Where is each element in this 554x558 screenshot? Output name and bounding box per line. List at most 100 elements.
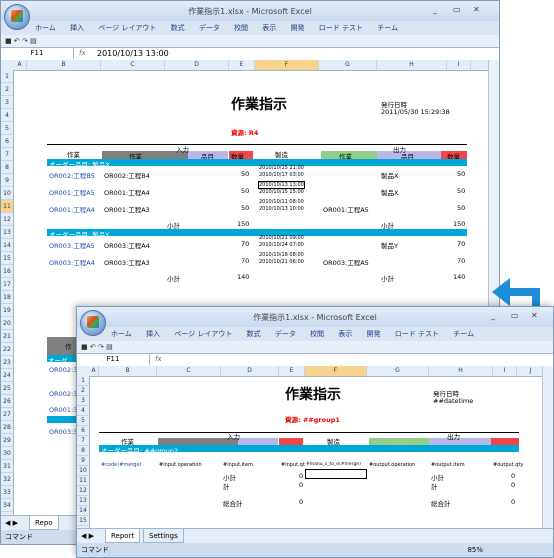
col-header[interactable]: D bbox=[221, 366, 279, 376]
redo-icon[interactable]: ↷ bbox=[22, 37, 28, 45]
out-item-cell[interactable]: 製品X bbox=[381, 187, 398, 197]
row-header[interactable]: 32 bbox=[1, 473, 13, 486]
row-header[interactable]: 29 bbox=[1, 434, 13, 447]
col-header[interactable]: H bbox=[377, 60, 447, 70]
col-header[interactable]: F bbox=[255, 60, 319, 70]
out-op-cell[interactable]: OR003:工程A5 bbox=[323, 257, 369, 267]
row-header[interactable]: 34 bbox=[1, 499, 13, 512]
out-qty-cell[interactable]: 50 bbox=[457, 187, 465, 195]
row-header[interactable]: 11 bbox=[1, 200, 13, 213]
active-cell[interactable] bbox=[305, 469, 367, 479]
row-header[interactable]: 22 bbox=[1, 343, 13, 356]
op-cell[interactable]: OR003:工程A5 bbox=[49, 240, 95, 250]
row-header[interactable]: 13 bbox=[77, 496, 89, 506]
col-header[interactable]: I bbox=[493, 366, 517, 376]
time-start[interactable]: 2010/10/15 21:00 bbox=[259, 165, 304, 171]
row-header[interactable]: 14 bbox=[1, 239, 13, 252]
row-header[interactable]: 23 bbox=[1, 356, 13, 369]
fx-icon[interactable]: fx bbox=[155, 354, 169, 365]
ribbon-tab[interactable]: 開発 bbox=[367, 327, 381, 341]
sheet-tab-report[interactable]: Report bbox=[105, 529, 141, 543]
out-op-cell[interactable]: OR001:工程A5 bbox=[323, 204, 369, 214]
row-header[interactable]: 28 bbox=[1, 421, 13, 434]
ribbon-tab[interactable]: ページ レイアウト bbox=[174, 327, 232, 341]
template-manu[interactable]: #manu_s_to_e(#merge) bbox=[306, 462, 366, 467]
row-header[interactable]: 20 bbox=[1, 317, 13, 330]
in-op-cell[interactable]: OR003:工程A3 bbox=[104, 257, 150, 267]
ribbon-tab[interactable]: 数式 bbox=[247, 327, 261, 341]
vertical-scrollbar[interactable] bbox=[542, 366, 553, 529]
col-header[interactable]: I bbox=[447, 60, 471, 70]
template-output-item[interactable]: #output.item bbox=[431, 462, 465, 468]
ribbon-tab[interactable]: 開発 bbox=[291, 21, 305, 35]
op-cell[interactable]: OR002:工程B5 bbox=[49, 170, 95, 180]
out-item-cell[interactable]: 製品X bbox=[381, 170, 398, 180]
maximize-icon[interactable]: ▭ bbox=[453, 5, 461, 14]
row-header[interactable]: 15 bbox=[77, 516, 89, 526]
out-qty-cell[interactable]: 70 bbox=[457, 257, 465, 265]
time-end[interactable]: 2010/10/21 06:00 bbox=[259, 259, 304, 265]
ribbon-tab[interactable]: 表示 bbox=[338, 327, 352, 341]
save-icon[interactable]: ■ bbox=[81, 343, 88, 351]
row-header[interactable]: 13 bbox=[1, 226, 13, 239]
row-header[interactable]: 19 bbox=[1, 304, 13, 317]
formula-input[interactable]: 2010/10/13 13:00 bbox=[97, 48, 169, 59]
col-header[interactable]: F bbox=[305, 366, 367, 376]
row-header[interactable]: 6 bbox=[1, 135, 13, 148]
row-header[interactable]: 7 bbox=[1, 148, 13, 161]
sheet-tab[interactable]: Repo bbox=[29, 516, 59, 530]
row-header[interactable]: 30 bbox=[1, 447, 13, 460]
col-header[interactable]: E bbox=[279, 366, 305, 376]
ribbon-tab[interactable]: 校閲 bbox=[234, 21, 248, 35]
close-icon[interactable]: ✕ bbox=[473, 5, 480, 14]
time-start[interactable]: 2010/10/21 09:00 bbox=[259, 235, 304, 241]
ribbon-tab[interactable]: ロード テスト bbox=[319, 21, 363, 35]
row-header[interactable]: 17 bbox=[1, 278, 13, 291]
col-header[interactable]: C bbox=[101, 60, 165, 70]
row-header[interactable]: 33 bbox=[1, 486, 13, 499]
row-header[interactable]: 2 bbox=[1, 83, 13, 96]
col-header[interactable]: B bbox=[99, 366, 157, 376]
in-op-cell[interactable]: OR001:工程A4 bbox=[104, 187, 150, 197]
in-op-cell[interactable]: OR003:工程A4 bbox=[104, 240, 150, 250]
time-end[interactable]: 2010/10/17 03:00 bbox=[259, 172, 304, 178]
row-header[interactable]: 3 bbox=[1, 96, 13, 109]
col-header[interactable]: H bbox=[429, 366, 493, 376]
col-header[interactable]: A bbox=[89, 366, 99, 376]
ribbon-tab[interactable]: ページ レイアウト bbox=[98, 21, 156, 35]
sheet-nav-icon[interactable]: ◀ ▶ bbox=[81, 529, 94, 543]
row-header[interactable]: 6 bbox=[77, 426, 89, 436]
row-header[interactable]: 11 bbox=[77, 476, 89, 486]
row-header[interactable]: 7 bbox=[77, 436, 89, 446]
col-header[interactable]: G bbox=[367, 366, 429, 376]
ribbon-tab[interactable]: ホーム bbox=[35, 21, 56, 35]
row-header[interactable]: 18 bbox=[1, 291, 13, 304]
col-header[interactable]: B bbox=[27, 60, 101, 70]
ribbon-tab[interactable]: チーム bbox=[453, 327, 474, 341]
row-header[interactable]: 25 bbox=[1, 382, 13, 395]
in-op-cell[interactable]: OR002:工程B4 bbox=[104, 170, 150, 180]
row-header[interactable]: 5 bbox=[1, 122, 13, 135]
row-header[interactable]: 5 bbox=[77, 416, 89, 426]
col-header[interactable]: A bbox=[13, 60, 27, 70]
row-header[interactable]: 15 bbox=[1, 252, 13, 265]
ribbon-tab[interactable]: 挿入 bbox=[70, 21, 84, 35]
row-header[interactable]: 4 bbox=[1, 109, 13, 122]
time-end[interactable]: 2010/10/13 10:00 bbox=[259, 206, 304, 212]
sheet-nav-icon[interactable]: ◀ ▶ bbox=[5, 516, 18, 530]
qty-cell[interactable]: 50 bbox=[241, 187, 249, 195]
col-header[interactable]: C bbox=[157, 366, 221, 376]
row-header[interactable]: 12 bbox=[77, 486, 89, 496]
ribbon-tab[interactable]: ホーム bbox=[111, 327, 132, 341]
row-header[interactable]: 10 bbox=[77, 466, 89, 476]
row-header[interactable]: 21 bbox=[1, 330, 13, 343]
ribbon-tab[interactable]: ロード テスト bbox=[395, 327, 439, 341]
time-start-active[interactable]: 2010/10/13 13:00 bbox=[258, 181, 305, 189]
op-cell[interactable]: OR001:工程A5 bbox=[49, 187, 95, 197]
row-header[interactable]: 24 bbox=[1, 369, 13, 382]
redo-icon[interactable]: ↷ bbox=[98, 343, 104, 351]
row-header[interactable]: 27 bbox=[1, 408, 13, 421]
row-header[interactable]: 31 bbox=[1, 460, 13, 473]
row-header[interactable]: 9 bbox=[1, 174, 13, 187]
row-header[interactable]: 26 bbox=[1, 395, 13, 408]
